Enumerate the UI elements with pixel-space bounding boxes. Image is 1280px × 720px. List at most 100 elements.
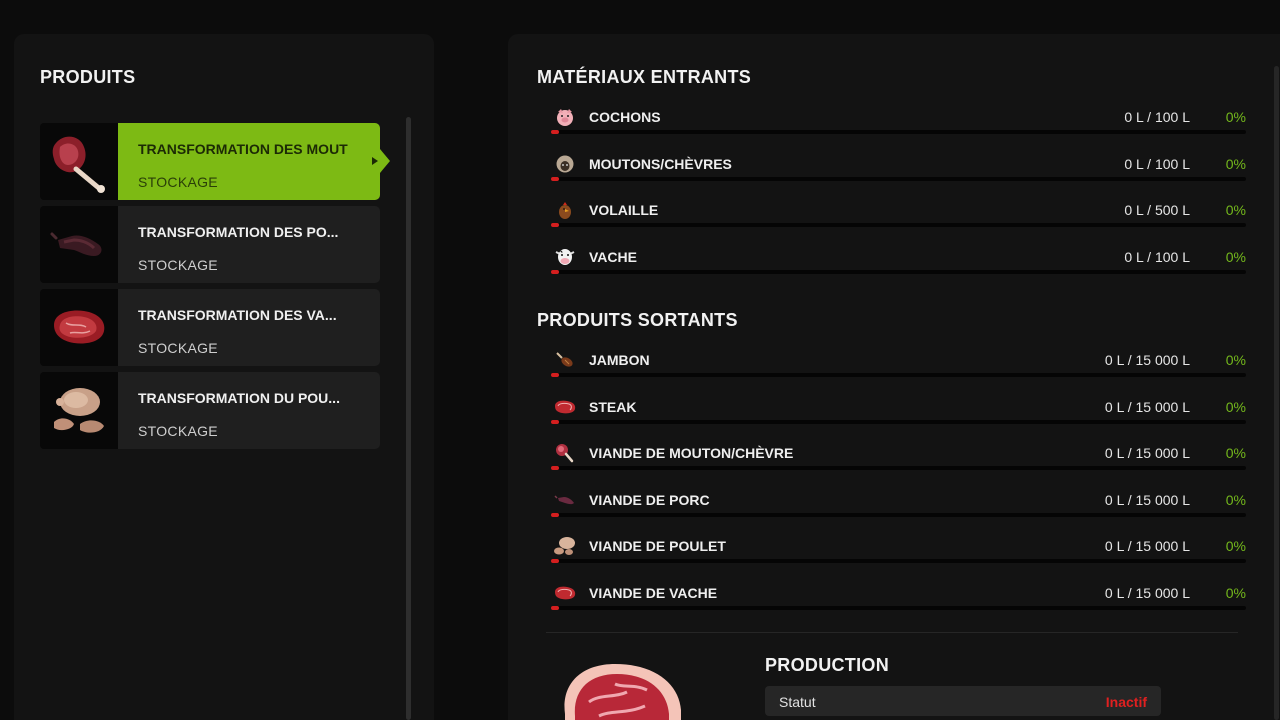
details-scrollbar[interactable] [1274, 66, 1279, 720]
material-value: 0 L / 500 L [1124, 202, 1190, 218]
mutton-leg-icon [40, 123, 118, 200]
output-row-poulet: VIANDE DE POULET 0 L / 15 000 L 0% [551, 535, 1246, 582]
material-label: VACHE [589, 248, 637, 265]
material-label: COCHONS [589, 109, 661, 125]
chicken-meat-icon [553, 535, 577, 557]
input-row-vache: VACHE 0 L / 100 L 0% [551, 246, 1246, 293]
chicken-icon [553, 199, 577, 221]
beef-steak-icon [553, 582, 577, 604]
material-label: VIANDE DE VACHE [589, 584, 718, 601]
products-heading: PRODUITS [40, 67, 136, 87]
product-item-beef[interactable]: TRANSFORMATION DES VA... STOCKAGE [40, 289, 380, 366]
roast-chicken-icon [40, 372, 118, 449]
product-subtitle: STOCKAGE [138, 174, 218, 190]
material-value: 0 L / 100 L [1124, 155, 1190, 172]
progress-bar [551, 176, 1246, 181]
progress-bar-fill [551, 130, 559, 134]
input-row-volaille: VOLAILLE 0 L / 500 L 0% [551, 199, 1246, 246]
product-item-pork[interactable]: TRANSFORMATION DES PO... STOCKAGE [40, 206, 380, 283]
material-label: STEAK [589, 398, 637, 415]
output-row-vache: VIANDE DE VACHE 0 L / 15 000 L 0% [551, 582, 1246, 629]
material-label: VIANDE DE POULET [589, 538, 726, 554]
material-value: 0 L / 15 000 L [1104, 584, 1190, 601]
product-title: TRANSFORMATION DES PO... [138, 224, 339, 240]
output-row-mouton: VIANDE DE MOUTON/CHÈVRE 0 L / 15 000 L 0… [551, 442, 1246, 489]
status-row: Statut Inactif [765, 686, 1161, 716]
material-percent: 0% [1225, 538, 1246, 554]
product-title: TRANSFORMATION DU POU... [138, 390, 340, 406]
product-subtitle: STOCKAGE [138, 340, 218, 356]
outputs-heading: PRODUITS SORTANTS [537, 310, 738, 330]
pig-icon [553, 106, 577, 128]
ham-icon [553, 349, 577, 371]
cow-icon [553, 246, 577, 268]
status-label: Statut [779, 694, 816, 710]
beef-steak-icon [40, 289, 118, 366]
material-value: 0 L / 100 L [1124, 109, 1190, 125]
material-value: 0 L / 15 000 L [1104, 398, 1190, 415]
output-row-jambon: JAMBON 0 L / 15 000 L 0% [551, 349, 1246, 396]
product-item-mutton[interactable]: TRANSFORMATION DES MOUT STOCKAGE [40, 123, 390, 200]
progress-bar-fill [551, 512, 559, 517]
material-percent: 0% [1225, 155, 1246, 172]
outputs-list: JAMBON 0 L / 15 000 L 0% STEAK 0 L / 15 … [551, 349, 1246, 628]
material-percent: 0% [1225, 491, 1246, 508]
production-heading: PRODUCTION [765, 655, 889, 675]
product-subtitle: STOCKAGE [138, 257, 218, 273]
product-title: TRANSFORMATION DES MOUT [138, 141, 348, 157]
progress-bar-fill [551, 176, 559, 181]
progress-bar-fill [551, 223, 559, 227]
material-percent: 0% [1225, 584, 1246, 601]
material-value: 0 L / 100 L [1124, 248, 1190, 265]
product-item-chicken[interactable]: TRANSFORMATION DU POU... STOCKAGE [40, 372, 380, 449]
output-row-steak: STEAK 0 L / 15 000 L 0% [551, 396, 1246, 443]
material-label: VIANDE DE MOUTON/CHÈVRE [589, 445, 794, 461]
material-value: 0 L / 15 000 L [1104, 352, 1190, 368]
progress-bar [551, 269, 1246, 274]
progress-bar [551, 559, 1246, 563]
section-divider [546, 632, 1238, 633]
progress-bar [551, 466, 1246, 470]
sheep-icon [553, 153, 577, 175]
material-percent: 0% [1225, 248, 1246, 265]
progress-bar [551, 605, 1246, 610]
product-title: TRANSFORMATION DES VA... [138, 307, 337, 323]
inputs-list: COCHONS 0 L / 100 L 0% MOUTONS/CHÈVRES 0… [551, 106, 1246, 292]
progress-bar-fill [551, 419, 559, 424]
progress-bar-fill [551, 373, 559, 377]
material-label: JAMBON [589, 352, 650, 368]
material-label: VOLAILLE [589, 202, 659, 218]
steak-icon [553, 396, 577, 418]
progress-bar [551, 373, 1246, 377]
steak-icon [555, 654, 695, 720]
material-percent: 0% [1225, 445, 1246, 461]
progress-bar-fill [551, 269, 559, 274]
progress-bar [551, 130, 1246, 134]
mutton-leg-icon [553, 442, 577, 464]
material-value: 0 L / 15 000 L [1104, 445, 1190, 461]
progress-bar [551, 512, 1246, 517]
material-percent: 0% [1225, 352, 1246, 368]
input-row-cochons: COCHONS 0 L / 100 L 0% [551, 106, 1246, 153]
status-badge: Inactif [1105, 694, 1147, 710]
inputs-heading: MATÉRIAUX ENTRANTS [537, 67, 752, 87]
pork-icon [40, 206, 118, 283]
material-percent: 0% [1225, 202, 1246, 218]
material-label: VIANDE DE PORC [589, 491, 710, 508]
input-row-moutons: MOUTONS/CHÈVRES 0 L / 100 L 0% [551, 153, 1246, 200]
progress-bar-fill [551, 559, 559, 563]
product-list-scrollbar[interactable] [406, 117, 411, 720]
material-label: MOUTONS/CHÈVRES [589, 155, 732, 172]
material-percent: 0% [1225, 109, 1246, 125]
progress-bar [551, 223, 1246, 227]
progress-bar-fill [551, 605, 559, 610]
output-row-porc: VIANDE DE PORC 0 L / 15 000 L 0% [551, 489, 1246, 536]
product-list: TRANSFORMATION DES MOUT STOCKAGE TRANSFO… [40, 123, 390, 455]
pork-icon [553, 489, 577, 511]
progress-bar [551, 419, 1246, 424]
material-percent: 0% [1225, 398, 1246, 415]
chevron-right-icon [372, 157, 378, 165]
selection-arrow-icon [380, 149, 390, 173]
product-subtitle: STOCKAGE [138, 423, 218, 439]
material-value: 0 L / 15 000 L [1104, 538, 1190, 554]
